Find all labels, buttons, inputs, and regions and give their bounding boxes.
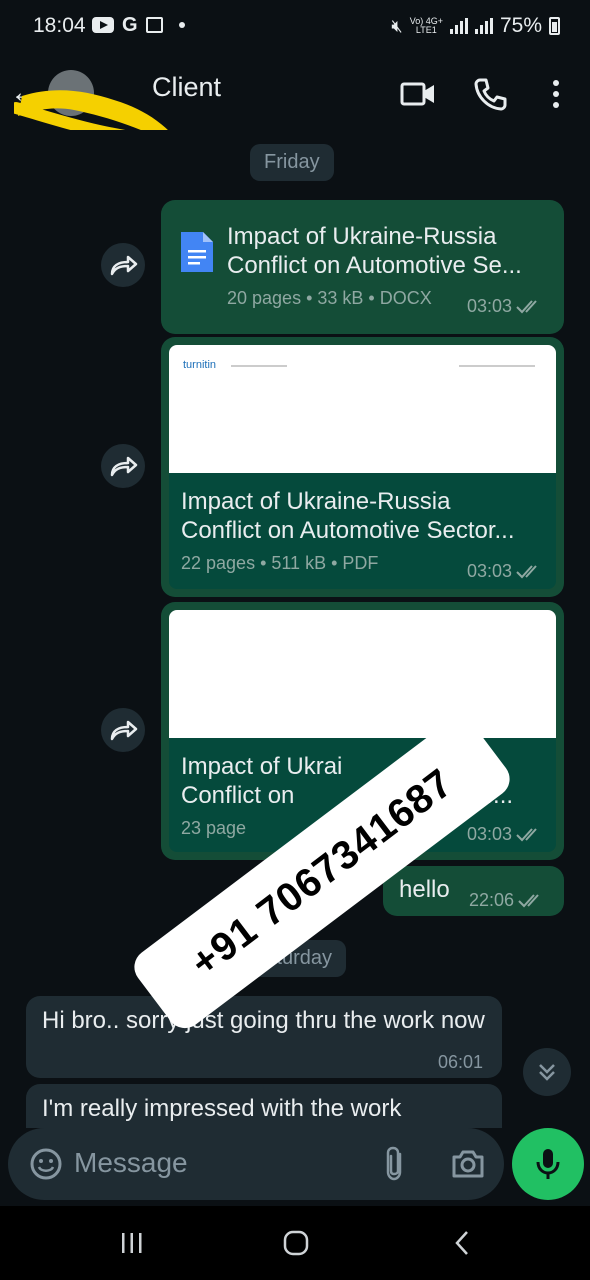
pdf-info: Impact of Ukraine-Russia Conflict on Aut…	[169, 473, 556, 589]
document-title-line2: Conflict on	[181, 782, 295, 809]
signal-icon-2	[474, 18, 493, 34]
scroll-down-icon	[539, 1064, 555, 1081]
mic-button[interactable]	[512, 1128, 584, 1200]
battery-icon	[549, 17, 560, 35]
forward-icon	[110, 255, 138, 276]
double-check-icon	[516, 300, 537, 314]
message-time: 03:03	[467, 296, 542, 317]
chat-header: ← Client	[0, 56, 590, 144]
mute-icon: 🔇︎	[391, 15, 403, 36]
document-title-line1: Impact of Ukraine-Russia	[181, 488, 451, 515]
text-message-incoming[interactable]: I'm really impressed with the work	[26, 1084, 502, 1130]
message-text: Hi bro.. sorry just going thru the work …	[42, 1007, 485, 1034]
double-check-icon	[516, 565, 537, 579]
nav-recents-icon	[122, 1233, 142, 1253]
notification-icons: G	[92, 14, 185, 36]
forward-button[interactable]	[101, 708, 145, 752]
message-placeholder[interactable]: Message	[74, 1147, 188, 1179]
document-meta: 20 pages • 33 kB • DOCX	[227, 288, 432, 308]
nav-recents-button[interactable]	[112, 1228, 152, 1258]
document-meta: 22 pages • 511 kB • PDF	[181, 553, 379, 573]
document-message[interactable]: Impact of Ukraine-Russia Conflict on Aut…	[161, 200, 564, 334]
mic-icon	[536, 1149, 560, 1179]
forward-icon	[110, 720, 138, 741]
double-check-icon	[518, 894, 539, 908]
battery-percent: 75%	[499, 14, 542, 37]
more-options-icon[interactable]	[536, 74, 576, 114]
voice-call-icon[interactable]	[470, 74, 510, 114]
double-check-icon	[516, 828, 537, 842]
document-title-line2: Conflict on Automotive Sector...	[181, 517, 515, 544]
more-notifications-dot-icon	[178, 22, 185, 28]
google-icon: G	[122, 14, 138, 36]
video-call-icon[interactable]	[398, 74, 438, 114]
youtube-icon	[92, 17, 114, 33]
preview-text-line	[459, 365, 535, 367]
nav-home-icon	[283, 1230, 309, 1256]
composer: Message	[0, 1128, 590, 1206]
document-icon	[181, 232, 213, 272]
status-right: 🔇︎ Vo) 4G+ LTE1 75%	[391, 14, 560, 38]
nav-home-button[interactable]	[276, 1228, 316, 1258]
forward-button[interactable]	[101, 444, 145, 488]
chat-area[interactable]: Friday Impact of Ukraine-Russia Conflict…	[0, 130, 590, 1130]
pdf-message[interactable]: turnitin Impact of Ukraine-Russia Confli…	[161, 337, 564, 597]
status-time: 18:04	[33, 14, 86, 37]
message-time: 06:01	[438, 1052, 484, 1072]
attach-icon[interactable]	[380, 1144, 410, 1184]
nav-back-icon	[455, 1231, 468, 1255]
scroll-down-button[interactable]	[523, 1048, 571, 1096]
camera-icon[interactable]	[450, 1146, 486, 1182]
document-title-line1: Impact of Ukrai	[181, 753, 343, 780]
nav-back-button[interactable]	[442, 1228, 482, 1258]
document-title-line2: Conflict on Automotive Se...	[227, 252, 522, 279]
status-bar: 18:04 G 🔇︎ Vo) 4G+ LTE1 75%	[0, 0, 590, 56]
document-title-line1: Impact of Ukraine-Russia	[227, 223, 497, 250]
message-text: hello	[399, 876, 450, 903]
system-nav-bar	[0, 1206, 590, 1280]
message-time: 22:06	[469, 890, 544, 911]
document-meta: 23 page	[181, 818, 247, 838]
text-message-outgoing[interactable]: hello 22:06	[383, 866, 564, 916]
signal-icon	[449, 18, 468, 34]
turnitin-logo: turnitin	[183, 359, 217, 371]
emoji-icon[interactable]	[28, 1146, 64, 1182]
pdf-preview[interactable]: turnitin	[169, 345, 556, 473]
calendar-icon	[145, 17, 163, 33]
contact-name[interactable]: Client	[152, 72, 221, 103]
message-input[interactable]: Message	[8, 1128, 504, 1200]
forward-button[interactable]	[101, 243, 145, 287]
date-chip-friday: Friday	[250, 144, 334, 181]
message-time: 03:03	[467, 824, 542, 845]
document-preview[interactable]	[169, 610, 556, 738]
preview-text-line	[231, 365, 287, 367]
message-time: 03:03	[467, 561, 542, 582]
text-message-incoming[interactable]: Hi bro.. sorry just going thru the work …	[26, 996, 502, 1078]
message-text: I'm really impressed with the work	[42, 1095, 402, 1122]
network-indicator: Vo) 4G+ LTE1	[409, 16, 443, 35]
forward-icon	[110, 456, 138, 477]
